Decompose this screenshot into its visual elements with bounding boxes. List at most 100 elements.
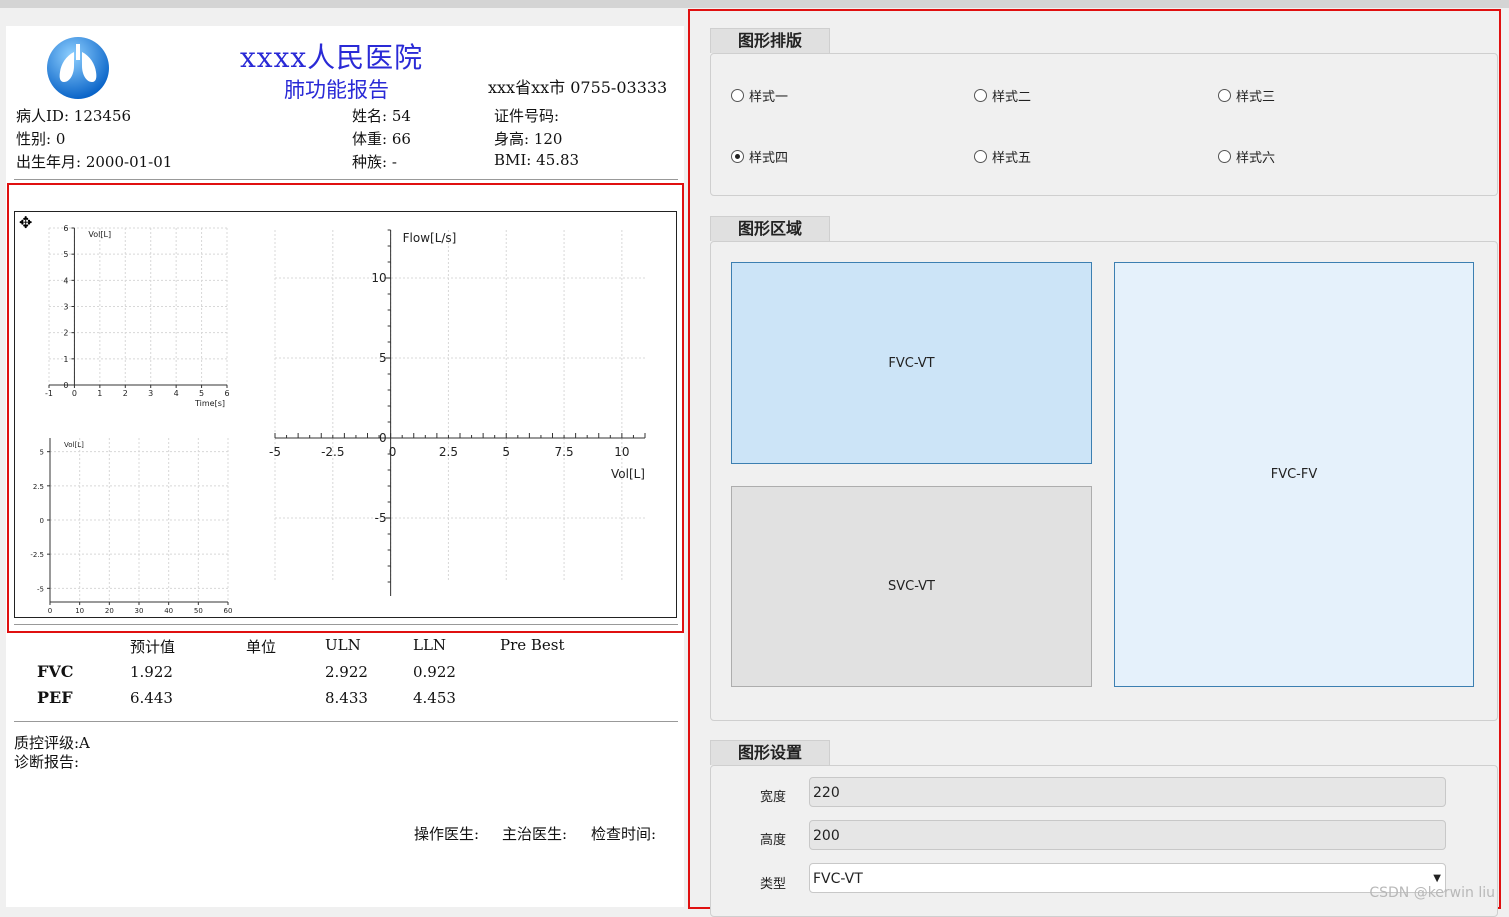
radio-style-4[interactable]: 样式四 (731, 147, 788, 166)
y-tick-label: 5 (63, 250, 68, 259)
x-tick-label: -1 (45, 389, 53, 398)
patient-height: 身高: 120 (494, 130, 563, 148)
diagnosis-label: 诊断报告: (14, 753, 80, 771)
x-tick-label: 30 (135, 607, 144, 615)
col-header: 预计值 (130, 638, 176, 656)
y-tick-label: 4 (63, 276, 68, 285)
radio-icon (974, 89, 987, 102)
patient-name: 姓名: 54 (352, 107, 411, 125)
x-tick-label: 10 (614, 445, 629, 459)
divider (14, 179, 678, 180)
y-tick-label: -5 (375, 511, 387, 525)
width-field[interactable]: 220 (809, 777, 1446, 807)
x-tick-label: 6 (224, 389, 229, 398)
y-tick-label: 6 (63, 224, 68, 233)
window-top-bar (0, 0, 1509, 8)
chart-area[interactable]: ✥ -1 0 1 2 3 4 5 6 0 1 2 3 4 5 6 Vol[L] Time[s] 0 10 20 30 40… (14, 211, 677, 618)
patient-gender: 性别: 0 (16, 130, 66, 148)
y-axis-label: Flow[L/s] (403, 231, 457, 245)
x-tick-label: 60 (224, 607, 233, 615)
radio-style-2[interactable]: 样式二 (974, 86, 1031, 105)
patient-bmi: BMI: 45.83 (494, 151, 580, 169)
radio-style-6[interactable]: 样式六 (1218, 147, 1275, 166)
y-tick-label: 1 (63, 355, 68, 364)
col-header: Pre Best (500, 636, 565, 654)
cell: 6.443 (130, 689, 173, 707)
attending-label: 主治医生: (502, 825, 568, 843)
patient-cert: 证件号码: (494, 107, 560, 125)
cell: 8.433 (325, 689, 368, 707)
area-group-title: 图形区域 (710, 216, 831, 241)
layout-group (710, 53, 1498, 196)
y-tick-label: -2.5 (30, 551, 44, 559)
x-tick-label: 0 (48, 607, 52, 615)
x-tick-label: 0 (389, 445, 397, 459)
y-tick-label: 2.5 (33, 483, 44, 491)
type-label: 类型 (760, 877, 787, 892)
hospital-address: xxx省xx市 0755-03333 (488, 78, 668, 97)
radio-style-1[interactable]: 样式一 (731, 86, 788, 105)
cell: 4.453 (413, 689, 456, 707)
type-select[interactable]: FVC-VT ▼ (809, 863, 1446, 893)
report-title: 肺功能报告 (284, 78, 389, 102)
radio-style-5[interactable]: 样式五 (974, 147, 1031, 166)
y-tick-label: 5 (40, 449, 44, 457)
x-tick-label: 5 (199, 389, 204, 398)
patient-weight: 体重: 66 (352, 130, 411, 148)
y-tick-label: -5 (37, 585, 44, 593)
x-tick-label: 50 (194, 607, 203, 615)
row-name: PEF (37, 688, 73, 707)
y-axis-label: Vol[L] (88, 230, 111, 239)
type-select-value: FVC-VT (813, 871, 863, 887)
x-tick-label: -5 (269, 445, 281, 459)
width-label: 宽度 (760, 790, 787, 805)
x-tick-label: 10 (75, 607, 84, 615)
radio-icon (731, 89, 744, 102)
patient-birth: 出生年月: 2000-01-01 (16, 153, 173, 171)
charts-svg: -1 0 1 2 3 4 5 60123456Vol[L]Time[s]0 10 20 30 40 50… (30, 224, 646, 615)
radio-icon (1218, 150, 1231, 163)
settings-panel: 图形排版 样式一 样式二 样式三 样式四 样式五 样式六 图形区域 FVC-VT… (688, 9, 1501, 917)
layout-group-title: 图形排版 (710, 28, 831, 53)
radio-icon (1218, 89, 1231, 102)
divider (14, 721, 678, 722)
y-tick-label: 3 (63, 303, 68, 312)
area-fvc-vt[interactable]: FVC-VT (731, 262, 1092, 464)
radio-checked-icon (731, 150, 744, 163)
area-fvc-fv[interactable]: FVC-FV (1114, 262, 1474, 687)
x-tick-label: 7.5 (555, 445, 574, 459)
x-axis-label: Time[s] (194, 399, 225, 408)
qc-grade: 质控评级:A (14, 734, 90, 752)
y-tick-label: 0 (63, 381, 68, 390)
patient-id: 病人ID: 123456 (16, 107, 132, 125)
area-svc-vt[interactable]: SVC-VT (731, 486, 1092, 687)
height-label: 高度 (760, 833, 787, 848)
cell: 1.922 (130, 663, 173, 681)
y-tick-label: 0 (40, 517, 44, 525)
divider (14, 624, 678, 625)
watermark: CSDN @kerwin liu (1369, 885, 1495, 901)
cell: 2.922 (325, 663, 368, 681)
row-name: FVC (37, 662, 74, 681)
x-tick-label: 20 (105, 607, 114, 615)
operator-label: 操作医生: (414, 825, 480, 843)
exam-time-label: 检查时间: (591, 825, 657, 843)
patient-race: 种族: - (352, 153, 397, 171)
x-tick-label: 3 (148, 389, 153, 398)
radio-icon (974, 150, 987, 163)
cell: 0.922 (413, 663, 456, 681)
height-field[interactable]: 200 (809, 820, 1446, 850)
radio-style-3[interactable]: 样式三 (1218, 86, 1275, 105)
x-tick-label: 2.5 (439, 445, 458, 459)
col-header: LLN (413, 636, 447, 654)
x-tick-label: 2 (123, 389, 128, 398)
y-tick-label: 5 (379, 351, 387, 365)
x-axis-label: Vol[L] (611, 467, 645, 481)
y-axis-label: Vol[L] (64, 441, 84, 449)
lung-logo-icon (47, 37, 109, 99)
x-tick-label: 0 (72, 389, 77, 398)
settings-group-title: 图形设置 (710, 740, 831, 765)
hospital-name: xxxx人民医院 (240, 41, 424, 74)
report-page: xxxx人民医院 肺功能报告 xxx省xx市 0755-03333 病人ID: … (6, 26, 684, 907)
col-header: 单位 (246, 638, 277, 656)
